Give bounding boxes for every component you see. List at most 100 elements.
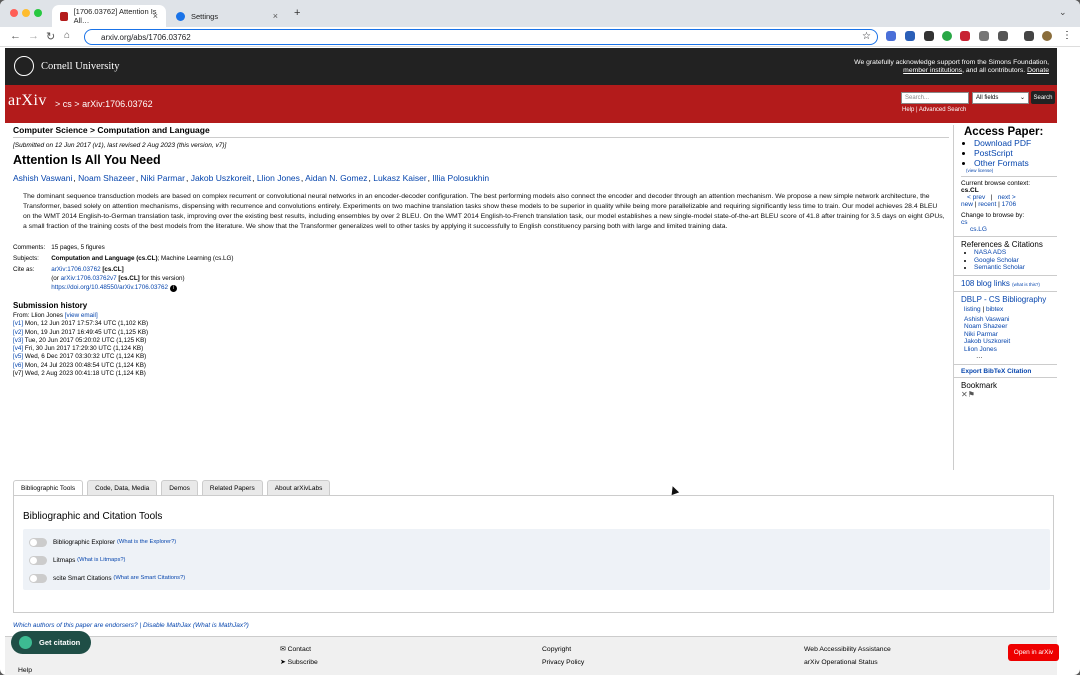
export-bibtex-link[interactable]: Export BibTeX Citation [961, 368, 1031, 375]
zoom-window-dot[interactable] [34, 9, 42, 17]
version-link[interactable]: [v6] [13, 362, 23, 369]
close-tab-icon[interactable]: × [273, 11, 278, 21]
other-formats-link[interactable]: Other Formats [974, 158, 1029, 168]
next-link[interactable]: next > [998, 194, 1016, 201]
reddit-icon[interactable]: ⚑ [968, 390, 975, 399]
blog-help-link[interactable]: (what is this?) [1012, 282, 1040, 287]
minimize-window-dot[interactable] [22, 9, 30, 17]
endorsers-link[interactable]: Which authors of this paper are endorser… [13, 622, 138, 629]
nasa-ads-link[interactable]: NASA ADS [974, 249, 1006, 256]
back-arrow-icon[interactable]: ← [10, 30, 21, 42]
tab-related-papers[interactable]: Related Papers [201, 480, 263, 495]
dblp-title-link[interactable]: DBLP - CS Bibliography [961, 295, 1046, 304]
avatar[interactable] [1042, 31, 1052, 41]
accessibility-link[interactable]: Web Accessibility Assistance [804, 646, 891, 653]
tool-help-link[interactable]: (What is Litmaps?) [77, 557, 125, 563]
version-link[interactable]: [v3] [13, 337, 23, 344]
doi-link[interactable]: https://doi.org/10.48550/arXiv.1706.0376… [51, 284, 168, 291]
search-input[interactable]: Search... [901, 92, 969, 104]
disable-mathjax-link[interactable]: Disable MathJax [143, 622, 191, 629]
kebab-menu-icon[interactable]: ⋮ [1062, 30, 1072, 41]
status-link[interactable]: arXiv Operational Status [804, 659, 878, 666]
browse-lg-link[interactable]: cs.LG [970, 226, 987, 233]
author-link[interactable]: Noam Shazeer [78, 173, 135, 183]
dblp-author-link[interactable]: Niki Parmar [964, 331, 998, 338]
semantic-scholar-link[interactable]: Semantic Scholar [974, 264, 1025, 271]
help-link[interactable]: Help [902, 107, 914, 113]
view-email-link[interactable]: [view email] [65, 312, 98, 319]
privacy-link[interactable]: Privacy Policy [542, 659, 584, 666]
subscribe-link[interactable]: Subscribe [288, 659, 318, 666]
new-link[interactable]: new [961, 201, 973, 208]
tab-about-arxivlabs[interactable]: About arXivLabs [266, 480, 331, 495]
author-link[interactable]: Ashish Vaswani [13, 173, 72, 183]
dblp-author-link[interactable]: Jakob Uszkoreit [964, 338, 1010, 345]
close-tab-icon[interactable]: × [153, 11, 158, 21]
footer-subscribe[interactable]: ➤ Subscribe [280, 658, 318, 666]
tab-code-data-media[interactable]: Code, Data, Media [87, 480, 158, 495]
author-link[interactable]: Llion Jones [257, 173, 300, 183]
cornell-name[interactable]: Cornell University [41, 61, 119, 72]
copyright-link[interactable]: Copyright [542, 646, 571, 653]
litmaps-toggle[interactable] [29, 555, 47, 565]
home-icon[interactable]: ⌂ [64, 30, 70, 41]
search-button[interactable]: Search [1031, 91, 1055, 104]
bookmark-star-icon[interactable]: ☆ [862, 31, 871, 42]
extension-icon[interactable] [905, 31, 915, 41]
bibsonomy-icon[interactable]: ✕ [961, 390, 968, 399]
tab-list-chevron-icon[interactable]: ⌄ [1059, 7, 1067, 18]
footer-contact[interactable]: ✉ Contact [280, 645, 311, 653]
help-link[interactable]: Help [18, 667, 32, 674]
postscript-link[interactable]: PostScript [974, 148, 1013, 158]
what-mathjax-link[interactable]: (What is MathJax?) [193, 622, 249, 629]
author-link[interactable]: Aidan N. Gomez [305, 173, 367, 183]
version-link[interactable]: [v2] [13, 329, 23, 336]
dblp-author-link[interactable]: Ashish Vaswani [964, 316, 1009, 323]
cite-id-link[interactable]: arXiv:1706.03762 [51, 266, 100, 273]
reload-icon[interactable]: ↻ [46, 30, 55, 43]
author-link[interactable]: Jakob Uszkoreit [191, 173, 251, 183]
address-bar[interactable]: arxiv.org/abs/1706.03762 ☆ [84, 29, 878, 45]
contact-link[interactable]: Contact [288, 646, 311, 653]
search-field-select[interactable]: All fields ⌄ [972, 92, 1029, 104]
version-link[interactable]: [v5] [13, 353, 23, 360]
browse-cs-link[interactable]: cs [961, 219, 968, 226]
tab-bibliographic-tools[interactable]: Bibliographic Tools [13, 480, 84, 496]
open-in-arxiv-button[interactable]: Open in arXiv [1008, 644, 1059, 661]
tab-settings[interactable]: Settings × [168, 5, 286, 27]
extension-icon[interactable] [960, 31, 970, 41]
author-link[interactable]: Niki Parmar [141, 173, 185, 183]
download-pdf-link[interactable]: Download PDF [974, 138, 1031, 148]
extension-icon[interactable] [979, 31, 989, 41]
author-link[interactable]: Lukasz Kaiser [373, 173, 426, 183]
cite-version-link[interactable]: arXiv:1706.03762v7 [61, 275, 117, 282]
tab-demos[interactable]: Demos [161, 480, 198, 495]
month-link[interactable]: 1706 [1002, 201, 1016, 208]
dblp-listing-link[interactable]: listing [964, 306, 981, 313]
get-citation-button[interactable]: Get citation [11, 631, 91, 654]
advanced-search-link[interactable]: Advanced Search [919, 107, 966, 113]
recent-link[interactable]: recent [978, 201, 996, 208]
tab-arxiv[interactable]: [1706.03762] Attention Is All… × [52, 5, 166, 27]
tool-help-link[interactable]: (What are Smart Citations?) [113, 575, 185, 581]
extension-icon[interactable] [942, 31, 952, 41]
google-scholar-link[interactable]: Google Scholar [974, 257, 1019, 264]
version-link[interactable]: [v1] [13, 320, 23, 327]
arxiv-logo[interactable]: arXiv [8, 92, 47, 110]
tool-help-link[interactable]: (What is the Explorer?) [117, 539, 176, 545]
prev-link[interactable]: < prev [967, 194, 985, 201]
explorer-toggle[interactable] [29, 537, 47, 547]
sidepanel-icon[interactable] [1024, 31, 1034, 41]
blog-links[interactable]: 108 blog links [961, 279, 1010, 288]
member-institutions-link[interactable]: member institutions [903, 67, 962, 74]
new-tab-button[interactable]: + [294, 7, 300, 19]
version-link[interactable]: [v4] [13, 345, 23, 352]
dblp-author-link[interactable]: Llion Jones [964, 346, 997, 353]
dblp-author-link[interactable]: Noam Shazeer [964, 323, 1007, 330]
close-window-dot[interactable] [10, 9, 18, 17]
dblp-bibtex-link[interactable]: bibtex [986, 306, 1003, 313]
extension-icon[interactable] [886, 31, 896, 41]
forward-arrow-icon[interactable]: → [28, 30, 39, 42]
puzzle-icon[interactable] [998, 31, 1008, 41]
info-icon[interactable]: i [169, 285, 177, 292]
